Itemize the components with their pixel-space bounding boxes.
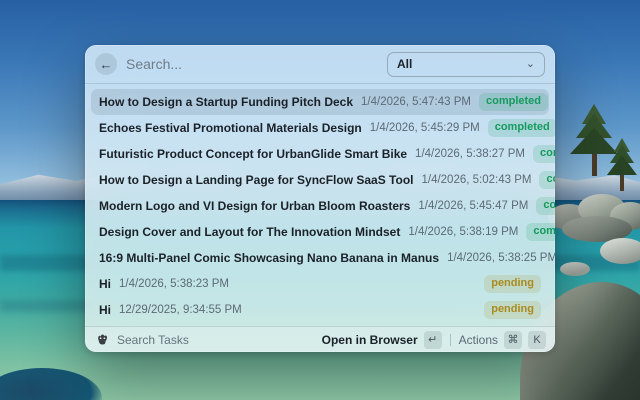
filter-value: All: [397, 57, 413, 71]
task-title: 16:9 Multi-Panel Comic Showcasing Nano B…: [99, 251, 440, 265]
panel-footer: Search Tasks Open in Browser ↵ Actions ⌘…: [85, 326, 555, 352]
task-status-badge: completed: [478, 93, 548, 111]
arrow-left-icon: ←: [99, 56, 113, 72]
task-title: How to Design a Startup Funding Pitch De…: [99, 95, 354, 109]
task-row[interactable]: Hi 1/4/2026, 5:38:23 PM pending: [91, 271, 549, 297]
task-status-badge: completed: [526, 223, 555, 241]
back-button[interactable]: ←: [95, 53, 117, 75]
task-search-window: ← All ⌄ How to Design a Startup Funding …: [85, 45, 555, 352]
k-key-icon: K: [528, 330, 546, 349]
search-header: ← All ⌄: [85, 45, 555, 84]
task-row[interactable]: Echoes Festival Promotional Materials De…: [91, 115, 555, 141]
wallpaper-shore-rocks: [548, 186, 640, 242]
task-status-badge: completed: [533, 145, 555, 163]
wallpaper-boulder: [600, 238, 640, 264]
task-timestamp: 1/4/2026, 5:38:25 PM: [447, 252, 555, 264]
task-timestamp: 12/29/2025, 9:34:55 PM: [119, 304, 242, 316]
task-row[interactable]: Design Cover and Layout for The Innovati…: [91, 219, 555, 245]
task-title: How to Design a Landing Page for SyncFlo…: [99, 173, 414, 187]
task-row[interactable]: Futuristic Product Concept for UrbanGlid…: [91, 141, 555, 167]
task-timestamp: 1/4/2026, 5:38:23 PM: [119, 278, 229, 290]
open-in-browser-button[interactable]: Open in Browser: [322, 333, 418, 347]
chevron-down-icon: ⌄: [525, 57, 535, 70]
task-row[interactable]: How to Design a Startup Funding Pitch De…: [91, 89, 549, 115]
task-list: How to Design a Startup Funding Pitch De…: [85, 84, 555, 328]
task-title: Modern Logo and VI Design for Urban Bloo…: [99, 199, 411, 213]
task-title: Hi: [99, 303, 111, 317]
task-timestamp: 1/4/2026, 5:02:43 PM: [421, 174, 532, 186]
task-status-badge: completed: [536, 197, 555, 215]
task-timestamp: 1/4/2026, 5:38:27 PM: [415, 148, 526, 160]
task-row[interactable]: Modern Logo and VI Design for Urban Bloo…: [91, 193, 555, 219]
pine-tree-small: [604, 138, 640, 191]
task-timestamp: 1/4/2026, 5:47:43 PM: [361, 96, 471, 108]
task-title: Futuristic Product Concept for UrbanGlid…: [99, 147, 408, 161]
manus-logo-icon: [94, 332, 110, 348]
task-timestamp: 1/4/2026, 5:45:47 PM: [418, 200, 529, 212]
filter-dropdown[interactable]: All ⌄: [387, 51, 545, 77]
footer-command-label: Search Tasks: [117, 332, 189, 347]
command-key-icon: ⌘: [504, 330, 522, 349]
task-title: Echoes Festival Promotional Materials De…: [99, 121, 362, 135]
actions-button[interactable]: Actions: [459, 333, 498, 347]
divider: [449, 333, 451, 346]
task-status-badge: pending: [484, 301, 541, 319]
task-timestamp: 1/4/2026, 5:38:19 PM: [408, 226, 519, 238]
return-key-icon: ↵: [423, 330, 442, 349]
task-status-badge: pending: [484, 275, 541, 293]
task-title: Hi: [99, 277, 111, 291]
task-status-badge: completed: [487, 119, 555, 137]
wallpaper-boulder: [560, 262, 590, 276]
task-status-badge: completed: [539, 171, 555, 189]
task-row[interactable]: How to Design a Landing Page for SyncFlo…: [91, 167, 555, 193]
task-timestamp: 1/4/2026, 5:45:29 PM: [369, 122, 480, 134]
task-title: Design Cover and Layout for The Innovati…: [99, 225, 401, 239]
task-row[interactable]: 16:9 Multi-Panel Comic Showcasing Nano B…: [91, 245, 555, 271]
task-row[interactable]: Hi 12/29/2025, 9:34:55 PM pending: [91, 297, 549, 323]
search-input[interactable]: [126, 56, 378, 72]
desktop: ← All ⌄ How to Design a Startup Funding …: [0, 0, 640, 400]
